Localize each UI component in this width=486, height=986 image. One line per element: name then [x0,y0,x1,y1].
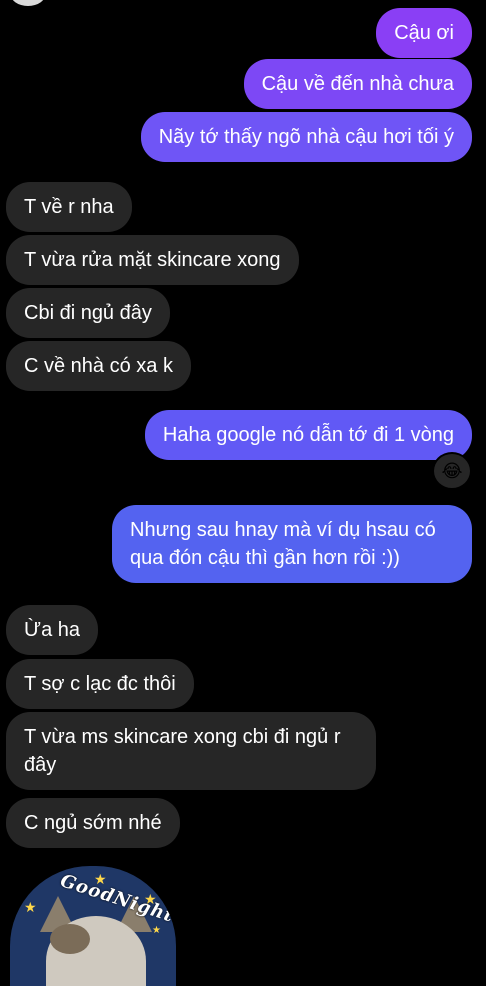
laughing-face-icon[interactable]: 😂 [432,452,472,490]
message-text: Ừa ha [24,619,81,641]
message-text: Nãy tớ thấy ngõ nhà cậu hơi tối ý [158,126,454,148]
avatar [10,0,46,6]
message-received[interactable]: Cbi đi ngủ đây [6,288,170,338]
cat-patch [50,924,90,954]
message-received[interactable]: T vừa ms skincare xong cbi đi ngủ r đây [6,712,376,790]
message-text: Nhưng sau hnay mà ví dụ hsau có qua đón … [130,519,436,569]
message-sent[interactable]: Haha google nó dẫn tớ đi 1 vòng [144,410,472,460]
message-sent[interactable]: Nhưng sau hnay mà ví dụ hsau có qua đón … [112,505,472,583]
message-text: T vừa rửa mặt skincare xong [24,249,281,271]
goodnight-cat-sticker[interactable]: ★ ★ ★ ★ GoodNight [10,866,176,986]
message-received[interactable]: T vừa rửa mặt skincare xong [6,235,299,285]
message-text: Cbi đi ngủ đây [24,302,152,324]
message-text: T vừa ms skincare xong cbi đi ngủ r đây [24,726,341,776]
message-received[interactable]: T sợ c lạc đc thôi [6,659,194,709]
message-text: Cậu về đến nhà chưa [261,73,454,95]
message-text: C về nhà có xa k [24,355,173,377]
message-received[interactable]: T về r nha [6,182,132,232]
star-icon: ★ [152,925,161,936]
reaction-emoji: 😂 [441,461,463,481]
message-sent[interactable]: Nãy tớ thấy ngõ nhà cậu hơi tối ý [140,112,472,162]
star-icon: ★ [24,899,37,915]
message-text: C ngủ sớm nhé [24,812,162,834]
message-sent[interactable]: Cậu về đến nhà chưa [243,59,472,109]
message-received[interactable]: C ngủ sớm nhé [6,798,180,848]
message-received[interactable]: C về nhà có xa k [6,341,191,391]
message-text: Haha google nó dẫn tớ đi 1 vòng [162,424,454,446]
message-received[interactable]: Ừa ha [6,605,99,655]
message-text: T về r nha [24,196,114,218]
message-text: Cậu ơi [394,22,454,44]
message-text: T sợ c lạc đc thôi [24,673,176,695]
message-sent[interactable]: Cậu ơi [376,8,472,58]
